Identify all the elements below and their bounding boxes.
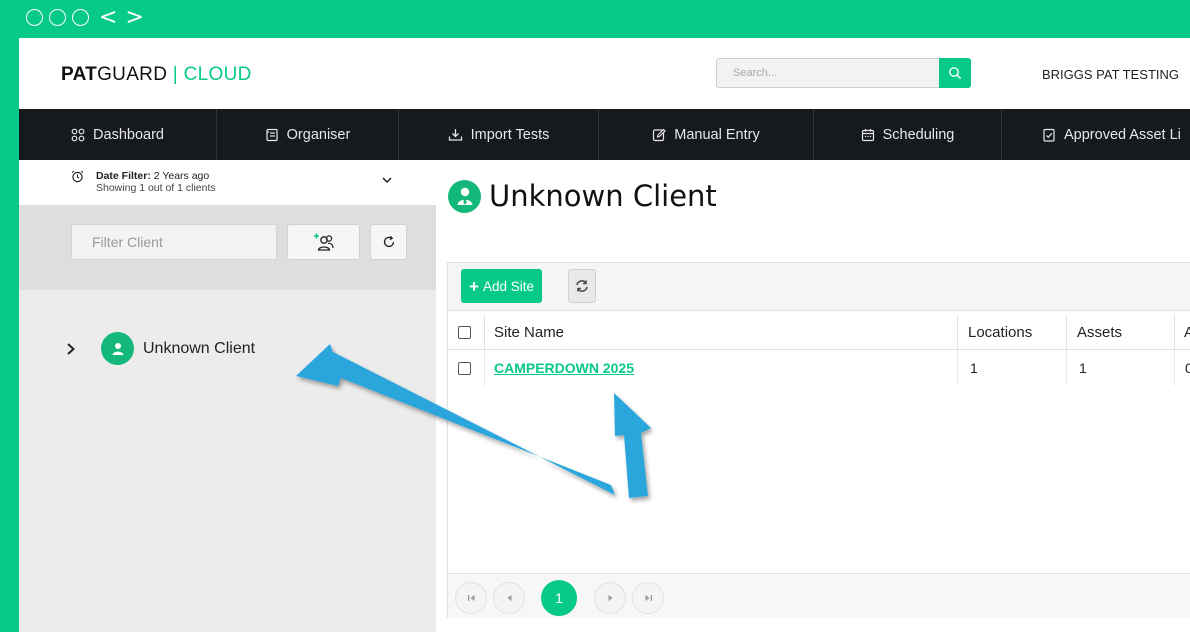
assets-cell: 1 (1066, 350, 1174, 386)
client-tree-item[interactable]: Unknown Client (65, 332, 255, 365)
date-filter-label: Date Filter: (96, 170, 151, 182)
business-user-icon (457, 187, 472, 205)
next-page-button[interactable] (594, 582, 626, 614)
date-filter[interactable]: Date Filter: 2 Years ago Showing 1 out o… (19, 160, 436, 205)
client-name[interactable]: Unknown Client (143, 340, 255, 358)
add-user-icon (313, 233, 334, 251)
page-title: Unknown Client (448, 179, 717, 213)
search-button[interactable] (939, 58, 971, 88)
window-controls: < > (26, 7, 144, 29)
pagination: 1 (448, 573, 1190, 618)
column-truncated[interactable]: A (1174, 315, 1190, 349)
row-select-cell (458, 350, 484, 386)
nav-label-approved-asset-list: Approved Asset Li (1064, 126, 1181, 143)
grid-header-row: Site Name Locations Assets A (448, 315, 1190, 350)
back-button[interactable]: < (99, 7, 117, 29)
calendar-icon (861, 128, 874, 141)
site-link[interactable]: CAMPERDOWN 2025 (494, 360, 634, 376)
nav-label-scheduling: Scheduling (882, 126, 955, 143)
logo-cloud: | CLOUD (167, 64, 252, 85)
client-detail: Unknown Client + Add Site Site Name Loca… (436, 160, 1190, 632)
page-title-text: Unknown Client (489, 179, 717, 213)
client-title-avatar (448, 179, 481, 213)
column-site-name[interactable]: Site Name (484, 315, 957, 349)
refresh-grid-button[interactable] (568, 269, 596, 303)
user-icon (112, 342, 123, 355)
window-frame-top (0, 0, 1190, 38)
row-checkbox[interactable] (458, 361, 471, 375)
prev-page-icon (507, 595, 511, 601)
client-sidebar: Date Filter: 2 Years ago Showing 1 out o… (19, 160, 436, 632)
chevron-right-icon[interactable] (65, 342, 77, 356)
last-page-icon (645, 595, 652, 601)
grid-icon (71, 128, 85, 141)
nav-item-approved-asset-list[interactable]: Approved Asset Li (1002, 109, 1190, 160)
first-page-button[interactable] (455, 582, 487, 614)
nav-item-scheduling[interactable]: Scheduling (814, 109, 1002, 160)
grid-toolbar: + Add Site (448, 263, 1190, 311)
prev-page-button[interactable] (493, 582, 525, 614)
company-name[interactable]: BRIGGS PAT TESTING (1042, 67, 1179, 82)
alarm-clock-icon (71, 170, 84, 183)
nav-label-organiser: Organiser (286, 126, 351, 143)
nav-label-dashboard: Dashboard (93, 126, 164, 143)
sync-icon (576, 280, 588, 292)
add-site-button[interactable]: + Add Site (461, 269, 542, 303)
nav-label-import-tests: Import Tests (470, 126, 550, 143)
next-page-icon (608, 595, 612, 601)
last-page-button[interactable] (632, 582, 664, 614)
approved-icon (1043, 128, 1055, 142)
refresh-clients-button[interactable] (370, 224, 407, 260)
client-count-text: Showing 1 out of 1 clients (96, 182, 216, 194)
column-assets[interactable]: Assets (1066, 315, 1174, 349)
filter-client-input[interactable] (71, 224, 277, 260)
window-minimize-button[interactable] (49, 9, 66, 26)
date-filter-value: 2 Years ago (150, 170, 210, 182)
date-filter-title: Date Filter: 2 Years ago (96, 170, 209, 182)
page-1-button[interactable]: 1 (541, 580, 577, 616)
organiser-icon (266, 128, 278, 141)
first-page-icon (467, 595, 474, 601)
plus-icon: + (469, 276, 479, 296)
import-icon (448, 128, 462, 141)
window-frame-left (0, 0, 19, 632)
nav-item-manual-entry[interactable]: Manual Entry (599, 109, 814, 160)
app-window: PATGUARD | CLOUD BRIGGS PAT TESTING Dash… (19, 38, 1190, 632)
nav-item-dashboard[interactable]: Dashboard (19, 109, 217, 160)
nav-item-organiser[interactable]: Organiser (217, 109, 399, 160)
search-box (716, 58, 971, 88)
nav-item-import-tests[interactable]: Import Tests (399, 109, 599, 160)
chevron-down-icon[interactable] (381, 175, 393, 185)
app-header: PATGUARD | CLOUD BRIGGS PAT TESTING (19, 38, 1190, 109)
client-avatar (101, 332, 134, 365)
add-client-button[interactable] (287, 224, 360, 260)
logo-pat: PAT (61, 64, 98, 85)
table-row[interactable]: CAMPERDOWN 2025 1 1 0 (448, 350, 1190, 386)
window-maximize-button[interactable] (72, 9, 89, 26)
search-input[interactable] (717, 59, 937, 87)
add-site-label: Add Site (482, 278, 534, 294)
window-close-button[interactable] (26, 9, 43, 26)
search-icon (949, 67, 962, 80)
truncated-cell: 0 (1174, 350, 1190, 386)
select-all-checkbox[interactable] (458, 325, 471, 339)
client-filter-panel (19, 205, 436, 290)
patguard-logo[interactable]: PATGUARD | CLOUD (61, 64, 252, 86)
column-locations[interactable]: Locations (957, 315, 1066, 349)
sites-grid: + Add Site Site Name Locations Assets A … (447, 262, 1190, 618)
edit-icon (653, 128, 667, 141)
select-all-cell (458, 315, 484, 349)
main-nav: Dashboard Organiser Import Tests Manual … (19, 109, 1190, 160)
refresh-icon (383, 235, 394, 248)
forward-button[interactable]: > (125, 7, 143, 29)
nav-label-manual-entry: Manual Entry (674, 126, 760, 143)
site-name-cell: CAMPERDOWN 2025 (484, 350, 957, 386)
logo-guard: GUARD (97, 64, 168, 85)
locations-cell: 1 (957, 350, 1066, 386)
